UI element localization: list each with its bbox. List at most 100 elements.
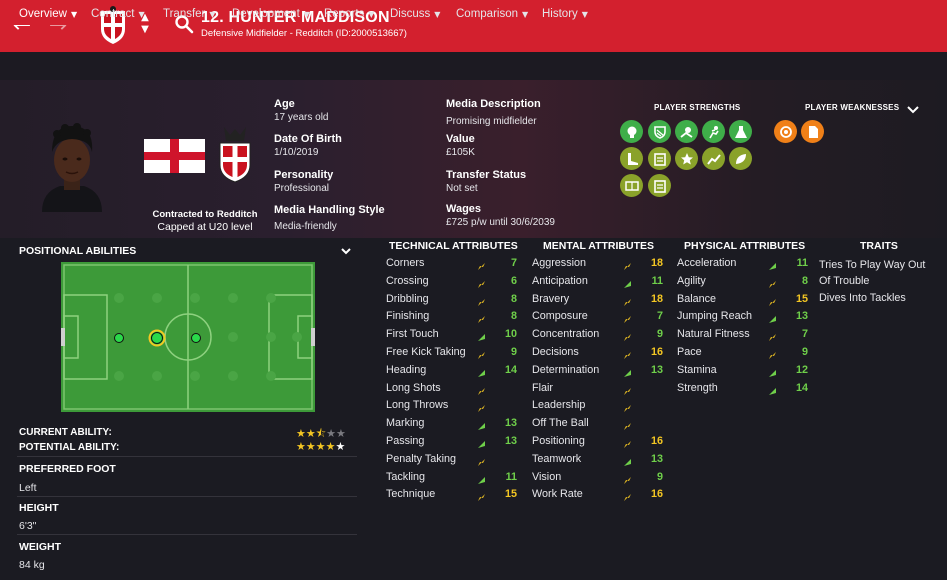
tab-reports[interactable]: Reports ▼ [317,4,381,25]
attribute-trend-icon [768,313,777,324]
attribute-name[interactable]: Work Rate [532,488,583,500]
attribute-name[interactable]: Jumping Reach [677,310,752,322]
trait-item[interactable]: Of Trouble [819,275,869,287]
attribute-name[interactable]: Bravery [532,293,569,305]
tab-overview[interactable]: Overview ▼ [12,4,85,25]
attribute-name[interactable]: Composure [532,310,588,322]
club-crest-icon[interactable] [216,125,254,183]
shield-icon[interactable] [648,120,671,143]
clipboard-icon[interactable] [648,147,671,170]
attribute-value: 11 [505,470,517,483]
personality-value: Professional [274,183,330,194]
attribute-name[interactable]: Finishing [386,310,429,322]
attribute-trend-icon [768,260,777,270]
trait-item[interactable]: Tries To Play Way Out [819,259,925,271]
england-flag-icon[interactable] [144,139,205,173]
chevron-down-icon: ▼ [70,10,78,19]
player-weaknesses-title: PLAYER WEAKNESSES [805,103,900,112]
pitch-icon[interactable] [620,174,643,197]
attribute-name[interactable]: Balance [677,293,716,305]
attribute-name[interactable]: Decisions [532,346,579,358]
trait-item[interactable]: Dives Into Tackles [819,292,906,304]
attribute-name[interactable]: Concentration [532,328,599,340]
chevron-down-icon[interactable] [340,246,352,256]
age-label: Age [274,98,295,110]
attribute-name[interactable]: Passing [386,435,424,447]
tab-comparison[interactable]: Comparison ▼ [449,4,535,25]
attribute-trend-icon [623,491,632,502]
tab-contract[interactable]: Contract ▼ [84,4,152,25]
flask-icon[interactable] [729,120,752,143]
attribute-name[interactable]: Off The Ball [532,417,589,429]
dob-value: 1/10/2019 [274,147,319,158]
attribute-value: 9 [656,328,663,341]
tackle-icon[interactable] [675,120,698,143]
attribute-name[interactable]: Penalty Taking [386,453,456,465]
attribute-name[interactable]: Corners [386,257,424,269]
star-icon[interactable] [675,147,698,170]
attribute-name[interactable]: Heading [386,364,426,376]
leaf-icon[interactable] [729,147,752,170]
attribute-trend-icon [768,278,777,288]
attribute-value: 15 [504,488,517,501]
tab-transfer[interactable]: Transfer ▼ [156,4,223,25]
attribute-name[interactable]: Long Throws [386,399,448,411]
boot-icon[interactable] [620,147,643,170]
attribute-trend-icon [768,296,777,306]
tab-history[interactable]: History ▼ [535,4,595,25]
chevron-down-icon: ▼ [303,10,310,19]
attribute-name[interactable]: Pace [677,346,702,358]
physical-attributes-title: PHYSICAL ATTRIBUTES [684,240,806,252]
chevron-down-icon[interactable] [906,104,920,116]
positional-abilities-title: POSITIONAL ABILITIES [19,245,137,257]
international-caps-label: Capped at U20 level [157,221,253,233]
attribute-name[interactable]: Teamwork [532,453,581,465]
transfer-status-value: Not set [446,183,478,194]
clipboard-icon[interactable] [648,174,671,197]
tab-development[interactable]: Development ▼ [225,4,317,25]
attribute-name[interactable]: Leadership [532,399,585,411]
attribute-name[interactable]: Crossing [386,275,429,287]
preferred-foot-label: PREFERRED FOOT [19,463,116,475]
attribute-name[interactable]: Natural Fitness [677,328,750,340]
divider [17,456,357,457]
attribute-name[interactable]: Long Shots [386,382,441,394]
attribute-name[interactable]: Acceleration [677,257,736,269]
attribute-trend-icon [623,367,632,377]
target-icon[interactable] [774,120,797,143]
attribute-trend-icon [477,456,486,466]
attribute-name[interactable]: Vision [532,471,561,483]
attribute-name[interactable]: First Touch [386,328,439,340]
tab-discuss[interactable]: Discuss ▼ [383,4,447,25]
attribute-value: 18 [650,257,663,269]
current-ability-label: CURRENT ABILITY: [19,427,112,438]
potential-ability-label: POTENTIAL ABILITY: [19,442,120,453]
attribute-trend-icon [768,331,777,342]
attribute-name[interactable]: Strength [677,382,718,394]
attribute-value: 14 [504,363,517,376]
attribute-name[interactable]: Dribbling [386,293,429,305]
attribute-name[interactable]: Stamina [677,364,717,376]
attribute-name[interactable]: Flair [532,382,553,394]
attribute-name[interactable]: Technique [386,488,435,500]
brain-icon[interactable] [620,120,643,143]
attribute-name[interactable]: Anticipation [532,275,588,287]
attribute-name[interactable]: Free Kick Taking [386,346,466,358]
attribute-trend-icon [623,402,632,413]
trend-up-icon[interactable] [702,147,725,170]
running-icon[interactable] [702,120,725,143]
attribute-name[interactable]: Positioning [532,435,585,447]
attribute-trend-icon [623,420,632,431]
attribute-name[interactable]: Marking [386,417,424,429]
attribute-name[interactable]: Determination [532,364,599,376]
attribute-value: 16 [650,435,663,447]
attribute-name[interactable]: Agility [677,275,706,287]
dob-label: Date Of Birth [274,133,342,145]
attribute-value: 9 [656,470,663,483]
attribute-name[interactable]: Tackling [386,471,425,483]
attribute-value: 7 [801,328,808,341]
attribute-name[interactable]: Aggression [532,257,586,269]
document-icon[interactable] [801,120,824,143]
player-portrait[interactable] [32,112,112,212]
positions-pitch[interactable] [61,262,315,412]
